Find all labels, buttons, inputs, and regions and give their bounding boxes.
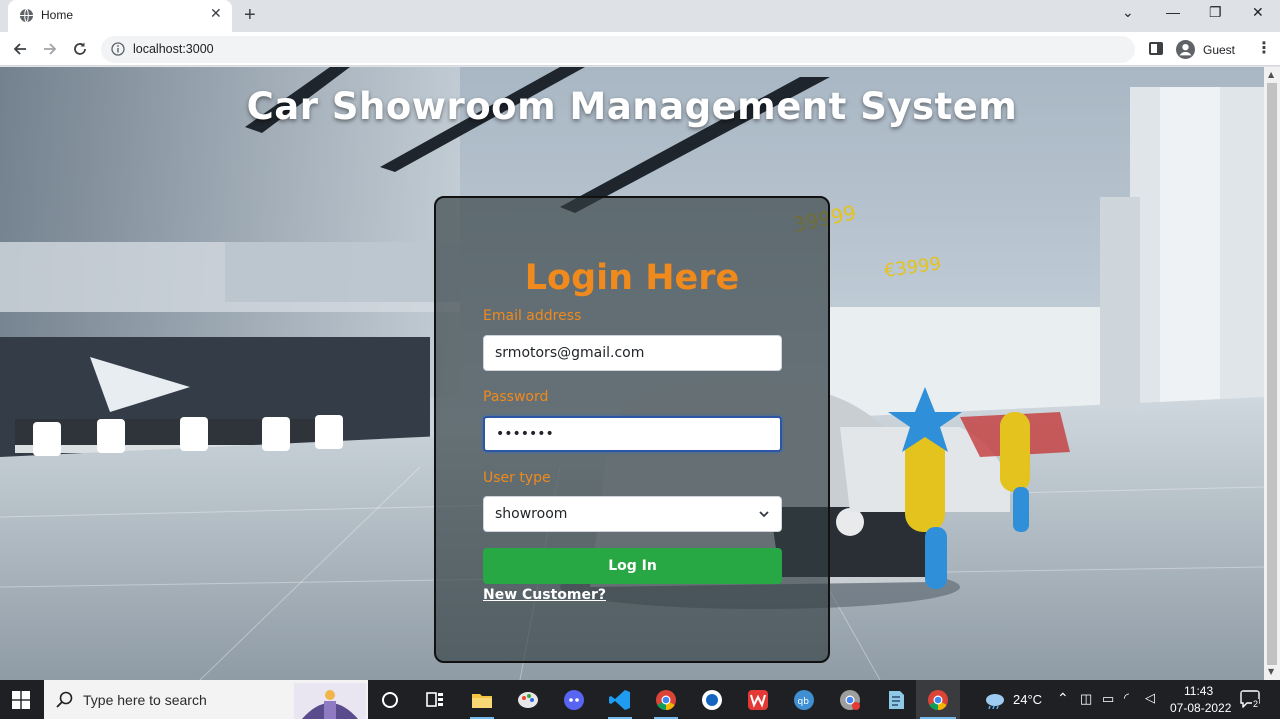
search-highlight-art (294, 683, 366, 719)
scroll-down-icon[interactable]: ▼ (1268, 667, 1274, 676)
password-label: Password (483, 389, 549, 405)
task-view-icon[interactable] (423, 688, 447, 712)
address-bar[interactable]: localhost:3000 (101, 36, 1135, 63)
wifi-icon[interactable]: ◜ (1124, 690, 1129, 706)
new-customer-link[interactable]: New Customer? (483, 587, 606, 603)
meet-now-icon[interactable]: ◫ (1080, 691, 1092, 707)
notepad-icon[interactable] (884, 688, 908, 712)
weather-temperature[interactable]: 24°C (1013, 692, 1042, 707)
reload-icon (74, 42, 86, 55)
usertype-select[interactable]: showroom (483, 496, 782, 532)
page-viewport: 39999 €3999 Car Showroom Management Syst… (0, 67, 1264, 680)
arrow-right-icon (44, 43, 57, 55)
paint-icon[interactable] (516, 688, 540, 712)
usertype-selected-value: showroom (495, 506, 568, 522)
page-scrollbar[interactable]: ▲ ▼ (1264, 67, 1280, 680)
browser-tab-home[interactable]: Home ✕ (8, 0, 232, 32)
browser-toolbar: localhost:3000 Guest ⋮ (0, 32, 1280, 66)
tab-search-icon[interactable]: ⌄ (1122, 4, 1134, 21)
browser-tab-bar: Home ✕ + ⌄ — ❐ ✕ (0, 0, 1280, 32)
usertype-label: User type (483, 470, 551, 486)
login-button[interactable]: Log In (483, 548, 782, 584)
wps-icon[interactable] (746, 688, 770, 712)
scroll-thumb[interactable] (1267, 83, 1277, 665)
profile-name: Guest (1203, 43, 1236, 57)
forward-button[interactable] (39, 38, 61, 60)
vscode-icon[interactable] (608, 688, 632, 712)
email-label: Email address (483, 308, 582, 324)
profile-button[interactable]: Guest (1172, 36, 1242, 63)
side-panel-icon[interactable] (1149, 42, 1163, 55)
reload-button[interactable] (69, 38, 91, 60)
search-icon (56, 691, 73, 708)
tray-overflow-icon[interactable]: ⌃ (1057, 690, 1069, 707)
clock-time[interactable]: 11:43 (1184, 684, 1213, 698)
arrow-left-icon (13, 43, 26, 55)
clock-date[interactable]: 07-08-2022 (1170, 701, 1231, 715)
chevron-down-icon (759, 511, 769, 518)
notification-count-badge: 2 (1252, 699, 1260, 709)
maximize-button[interactable]: ❐ (1209, 4, 1222, 21)
login-heading: Login Here (524, 258, 740, 298)
taskbar-search-box[interactable]: Type here to search (44, 680, 368, 719)
tab-title: Home (41, 8, 74, 22)
battery-icon[interactable]: ▭ (1102, 691, 1114, 707)
minimize-button[interactable]: — (1166, 4, 1180, 20)
close-window-button[interactable]: ✕ (1252, 4, 1264, 21)
email-field[interactable]: srmotors@gmail.com (483, 335, 782, 371)
scroll-up-icon[interactable]: ▲ (1268, 70, 1274, 79)
windows-start-icon[interactable] (12, 691, 30, 709)
windows-taskbar: Type here to search qb 24°C ⌃ ◫ ▭ ◜ ◁ 11… (0, 680, 1280, 719)
volume-icon[interactable]: ◁ (1145, 690, 1155, 706)
chrome-icon[interactable] (654, 688, 678, 712)
guest-avatar-icon (1176, 40, 1195, 59)
back-button[interactable] (9, 38, 31, 60)
password-field[interactable]: ••••••• (483, 416, 782, 452)
info-icon[interactable] (111, 42, 125, 56)
qbittorrent-icon[interactable]: qb (792, 688, 816, 712)
chrome-active-icon[interactable] (926, 688, 950, 712)
login-form: Login Here Email address srmotors@gmail.… (434, 196, 830, 663)
new-tab-button[interactable]: + (244, 5, 256, 25)
browser-menu-icon[interactable]: ⋮ (1256, 40, 1272, 56)
search-placeholder: Type here to search (83, 692, 207, 708)
svg-text:qb: qb (798, 697, 810, 707)
file-explorer-icon[interactable] (470, 688, 494, 712)
tab-close-icon[interactable]: ✕ (210, 7, 222, 21)
page-title: Car Showroom Management System (246, 85, 1018, 128)
discord-icon[interactable] (562, 688, 586, 712)
weather-icon[interactable] (984, 689, 1006, 709)
app-icon[interactable] (700, 688, 724, 712)
url-text[interactable]: localhost:3000 (133, 42, 214, 56)
chrome-canary-icon[interactable] (838, 688, 862, 712)
globe-icon (19, 8, 34, 23)
cortana-icon[interactable] (378, 688, 402, 712)
